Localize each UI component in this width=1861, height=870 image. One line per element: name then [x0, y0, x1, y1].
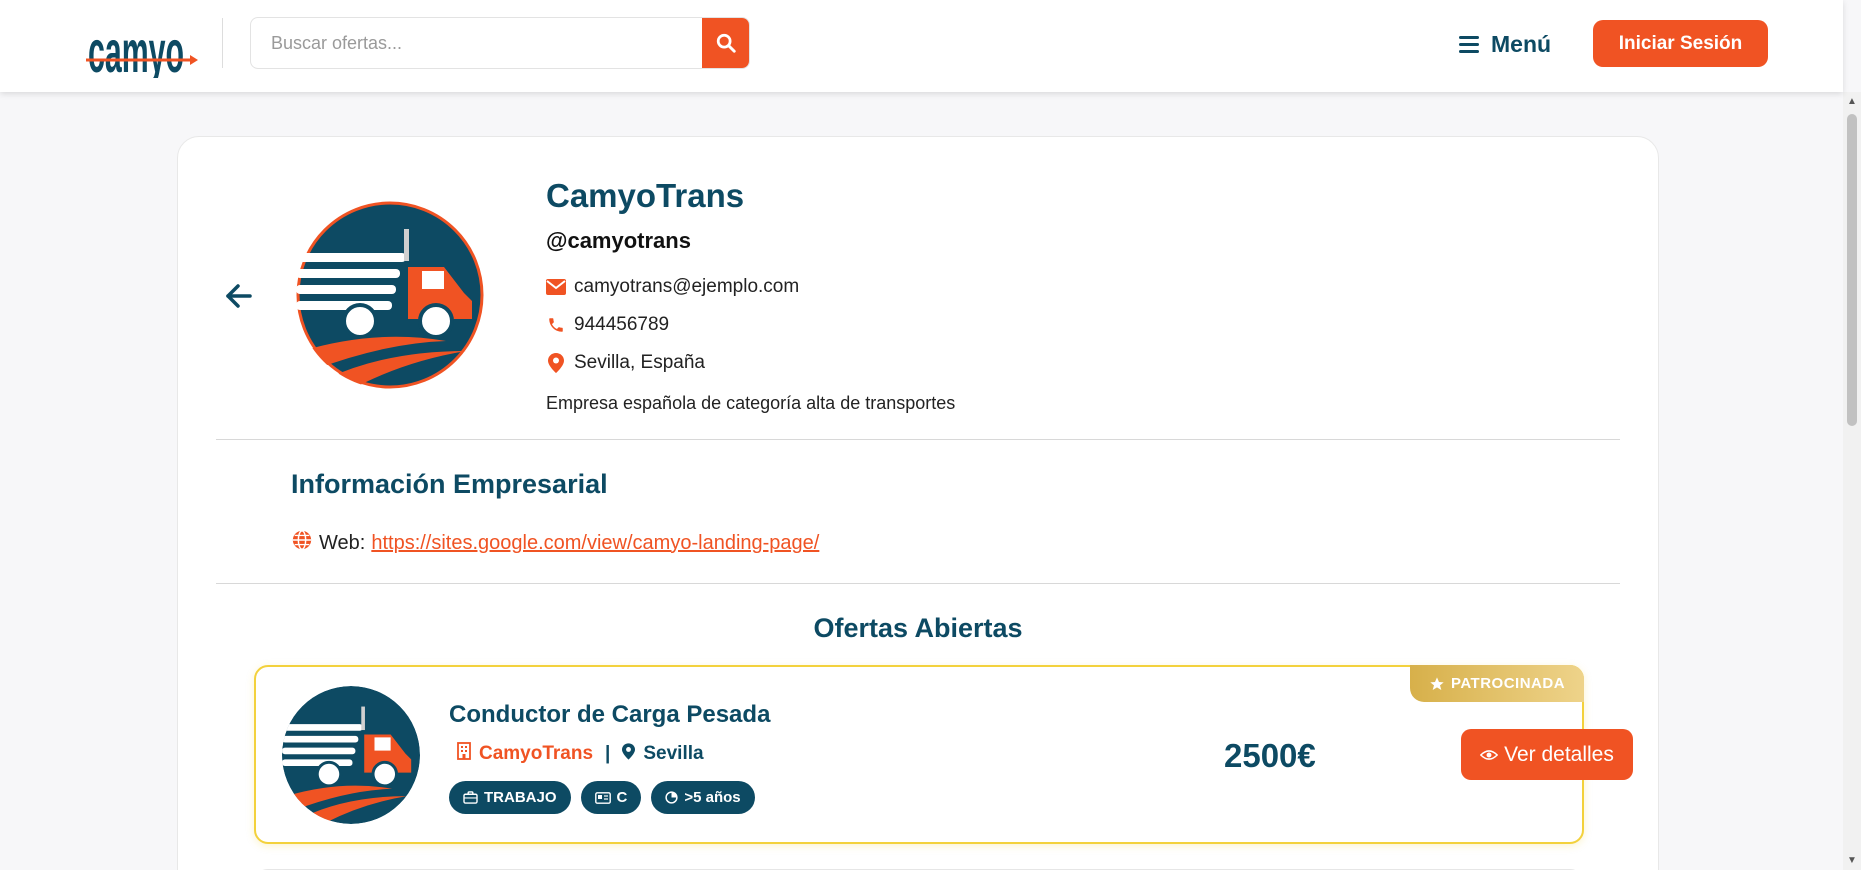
sponsored-badge: PATROCINADA [1410, 665, 1584, 702]
tag-license: C [580, 781, 642, 814]
scroll-down-arrow-icon[interactable]: ▼ [1847, 855, 1857, 866]
section-divider [216, 583, 1620, 584]
hamburger-icon [1459, 36, 1479, 53]
search-input[interactable] [251, 18, 702, 68]
star-icon [1430, 676, 1444, 690]
eye-icon [1480, 749, 1499, 760]
scroll-up-arrow-icon[interactable]: ▲ [1847, 96, 1857, 107]
offer-company-logo [282, 686, 420, 824]
location-pin-icon [622, 742, 636, 766]
phone-icon [546, 315, 566, 335]
search-icon [716, 33, 736, 53]
offer-tags: TRABAJO C >5 años [449, 781, 755, 814]
globe-icon [291, 529, 313, 557]
view-details-button[interactable]: Ver detalles [1461, 729, 1633, 780]
header-divider [222, 18, 223, 68]
mail-icon [546, 277, 566, 297]
gauge-icon [665, 791, 678, 804]
offer-meta: CamyoTrans | Sevilla [457, 742, 704, 766]
briefcase-icon [463, 791, 478, 804]
tag-label: >5 años [684, 789, 741, 806]
offer-title[interactable]: Conductor de Carga Pesada [449, 701, 770, 729]
section-divider [216, 439, 1620, 440]
id-card-icon [594, 791, 611, 804]
company-phone[interactable]: 944456789 [574, 314, 669, 336]
search-bar [250, 17, 750, 69]
company-handle: @camyotrans [546, 228, 691, 253]
search-button[interactable] [702, 18, 749, 68]
email-row: camyotrans@ejemplo.com [546, 276, 799, 298]
building-icon [457, 742, 471, 766]
offer-company[interactable]: CamyoTrans [479, 743, 593, 765]
website-link[interactable]: https://sites.google.com/view/camyo-land… [371, 532, 819, 555]
menu-label: Menú [1491, 30, 1552, 57]
view-details-label: Ver detalles [1504, 742, 1614, 766]
offer-card[interactable]: PATROCINADA Conductor de Carga Pesada Ca… [254, 665, 1633, 844]
offer-city: Sevilla [643, 743, 704, 764]
company-profile-card: CamyoTrans @camyotrans camyotrans@ejempl… [177, 136, 1659, 870]
tag-job-type: TRABAJO [449, 781, 571, 814]
tag-label: TRABAJO [484, 789, 557, 806]
open-offers-title: Ofertas Abiertas [813, 613, 1023, 643]
location-pin-icon [546, 353, 566, 373]
login-button[interactable]: Iniciar Sesión [1593, 20, 1768, 67]
location-row: Sevilla, España [546, 352, 705, 374]
business-info-title: Información Empresarial [291, 469, 608, 499]
top-navbar: camyo Menú Iniciar Sesión [0, 0, 1843, 92]
company-avatar [296, 201, 484, 389]
website-row: Web: https://sites.google.com/view/camyo… [291, 529, 819, 557]
offer-price: 2500€ [1224, 737, 1316, 774]
logo-wordmark: camyo [88, 18, 184, 78]
phone-row: 944456789 [546, 314, 669, 336]
meta-separator: | [605, 743, 611, 764]
tag-label: C [616, 789, 628, 806]
page-scrollbar[interactable]: ▲ ▼ [1843, 92, 1861, 870]
scroll-thumb[interactable] [1847, 114, 1857, 426]
company-name: CamyoTrans [546, 177, 745, 214]
company-location: Sevilla, España [574, 352, 705, 373]
menu-button[interactable]: Menú [1459, 27, 1551, 61]
arrow-left-icon [226, 284, 252, 308]
tag-experience: >5 años [651, 781, 755, 814]
website-label: Web: [319, 531, 366, 554]
sponsored-label: PATROCINADA [1450, 675, 1566, 692]
back-button[interactable] [220, 278, 256, 314]
camyo-logo[interactable]: camyo [86, 10, 198, 85]
company-email[interactable]: camyotrans@ejemplo.com [574, 276, 799, 298]
company-description: Empresa española de categoría alta de tr… [546, 393, 956, 413]
